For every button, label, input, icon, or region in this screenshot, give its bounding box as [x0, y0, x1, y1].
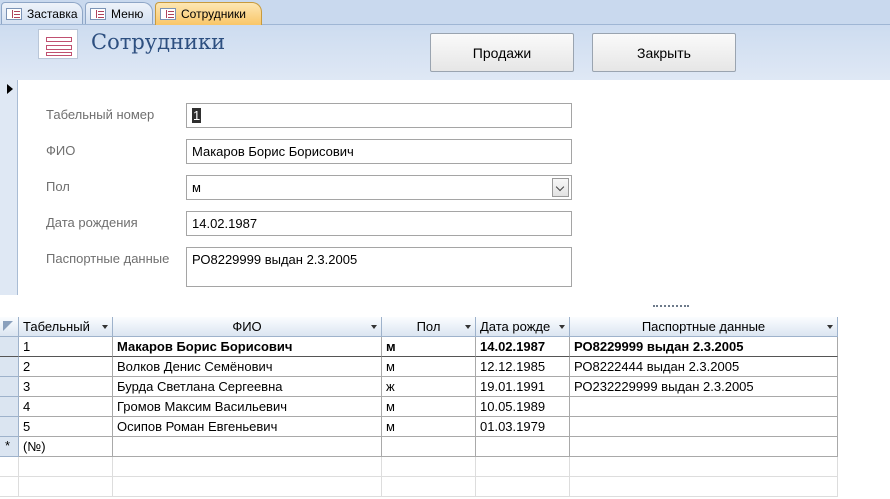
sort-arrow-icon[interactable]: [102, 325, 108, 329]
cell-birth-date[interactable]: 10.05.1989: [476, 397, 570, 417]
cell-gender[interactable]: м: [382, 397, 476, 417]
empty-row: [0, 457, 890, 477]
form-icon: [90, 7, 106, 20]
cell-birth-date[interactable]: 19.01.1991: [476, 377, 570, 397]
row-selector[interactable]: [0, 377, 19, 397]
cell-tab-number[interactable]: 1: [19, 337, 113, 357]
cell-passport[interactable]: РО8222444 выдан 2.3.2005: [570, 357, 838, 377]
cell-tab-number[interactable]: 3: [19, 377, 113, 397]
form-detail: Табельный номер 1 ФИО Макаров Борис Бори…: [0, 80, 890, 295]
select-all-corner[interactable]: [0, 317, 19, 337]
splitter-grip-icon[interactable]: [653, 305, 689, 310]
row-selector[interactable]: [0, 337, 19, 357]
birth-date-field[interactable]: 14.02.1987: [186, 211, 572, 236]
chevron-down-icon[interactable]: [552, 178, 569, 197]
column-header-passport[interactable]: Паспортные данные: [570, 317, 838, 337]
cell-tab-number[interactable]: 2: [19, 357, 113, 377]
fio-field[interactable]: Макаров Борис Борисович: [186, 139, 572, 164]
row-selector[interactable]: [0, 417, 19, 437]
form-icon: [6, 7, 22, 20]
cell-tab-number[interactable]: 5: [19, 417, 113, 437]
cell-gender[interactable]: м: [382, 337, 476, 357]
datasheet: Табельный ФИО Пол Дата рожде Паспортные …: [0, 317, 890, 499]
sort-arrow-icon[interactable]: [827, 325, 833, 329]
cell-passport[interactable]: РО232229999 выдан 2.3.2005: [570, 377, 838, 397]
table-row[interactable]: 3 Бурда Светлана Сергеевна ж 19.01.1991 …: [0, 377, 890, 397]
label-gender: Пол: [46, 179, 70, 194]
cell-gender-new[interactable]: [382, 437, 476, 457]
tab-label: Заставка: [27, 6, 78, 21]
column-header-birth-date[interactable]: Дата рожде: [476, 317, 570, 337]
form-logo-icon: [38, 29, 78, 59]
label-birth-date: Дата рождения: [46, 215, 138, 230]
new-record-icon: *: [5, 438, 11, 453]
cell-gender[interactable]: ж: [382, 377, 476, 397]
column-header-tab-number[interactable]: Табельный: [19, 317, 113, 337]
column-header-fio[interactable]: ФИО: [113, 317, 382, 337]
document-tab-bar: Заставка Меню Сотрудники: [0, 0, 890, 25]
new-record-selector[interactable]: *: [0, 437, 19, 457]
cell-birth-date[interactable]: 01.03.1979: [476, 417, 570, 437]
tab-label: Сотрудники: [181, 7, 246, 21]
cell-fio[interactable]: Громов Максим Васильевич: [113, 397, 382, 417]
row-selector[interactable]: [0, 357, 19, 377]
cell-fio-new[interactable]: [113, 437, 382, 457]
split-form-splitter[interactable]: [0, 295, 890, 317]
sort-arrow-icon[interactable]: [465, 325, 471, 329]
current-record-arrow-icon: [7, 84, 13, 94]
empty-row: [0, 477, 890, 497]
label-tab-number: Табельный номер: [46, 107, 155, 122]
form-title: Сотрудники: [91, 30, 226, 54]
sort-arrow-icon[interactable]: [559, 325, 565, 329]
label-passport: Паспортные данные: [46, 251, 170, 266]
sort-arrow-icon[interactable]: [371, 325, 377, 329]
gender-combobox[interactable]: м: [186, 175, 572, 200]
new-record-row[interactable]: * (№): [0, 437, 890, 457]
tab-number-value: 1: [192, 108, 202, 123]
record-selector[interactable]: [0, 80, 18, 295]
cell-passport-new[interactable]: [570, 437, 838, 457]
form-icon: [160, 8, 176, 20]
tab-label: Меню: [111, 6, 144, 21]
cell-birth-date[interactable]: 14.02.1987: [476, 337, 570, 357]
close-button[interactable]: Закрыть: [592, 33, 736, 72]
datasheet-header-row: Табельный ФИО Пол Дата рожде Паспортные …: [0, 317, 890, 337]
cell-birth-date-new[interactable]: [476, 437, 570, 457]
sales-button[interactable]: Продажи: [430, 33, 574, 72]
cell-fio[interactable]: Макаров Борис Борисович: [113, 337, 382, 357]
table-row[interactable]: 5 Осипов Роман Евгеньевич м 01.03.1979: [0, 417, 890, 437]
tab-zastavka[interactable]: Заставка: [1, 2, 83, 24]
cell-fio[interactable]: Волков Денис Семёнович: [113, 357, 382, 377]
table-row[interactable]: 2 Волков Денис Семёнович м 12.12.1985 РО…: [0, 357, 890, 377]
cell-fio[interactable]: Бурда Светлана Сергеевна: [113, 377, 382, 397]
label-fio: ФИО: [46, 143, 76, 158]
form-header: Сотрудники Продажи Закрыть: [0, 25, 890, 80]
cell-tab-number[interactable]: 4: [19, 397, 113, 417]
cell-birth-date[interactable]: 12.12.1985: [476, 357, 570, 377]
tab-menu[interactable]: Меню: [85, 2, 153, 24]
tab-sotrudniki[interactable]: Сотрудники: [155, 2, 262, 25]
cell-passport[interactable]: [570, 397, 838, 417]
gender-value: м: [192, 180, 201, 195]
column-header-gender[interactable]: Пол: [382, 317, 476, 337]
table-row[interactable]: 4 Громов Максим Васильевич м 10.05.1989: [0, 397, 890, 417]
cell-passport[interactable]: [570, 417, 838, 437]
cell-passport[interactable]: РО8229999 выдан 2.3.2005: [570, 337, 838, 357]
passport-field[interactable]: РО8229999 выдан 2.3.2005: [186, 247, 572, 287]
tab-number-field[interactable]: 1: [186, 103, 572, 128]
cell-gender[interactable]: м: [382, 357, 476, 377]
cell-fio[interactable]: Осипов Роман Евгеньевич: [113, 417, 382, 437]
row-selector[interactable]: [0, 397, 19, 417]
table-row[interactable]: 1 Макаров Борис Борисович м 14.02.1987 Р…: [0, 337, 890, 357]
cell-tab-number-new[interactable]: (№): [19, 437, 113, 457]
cell-gender[interactable]: м: [382, 417, 476, 437]
